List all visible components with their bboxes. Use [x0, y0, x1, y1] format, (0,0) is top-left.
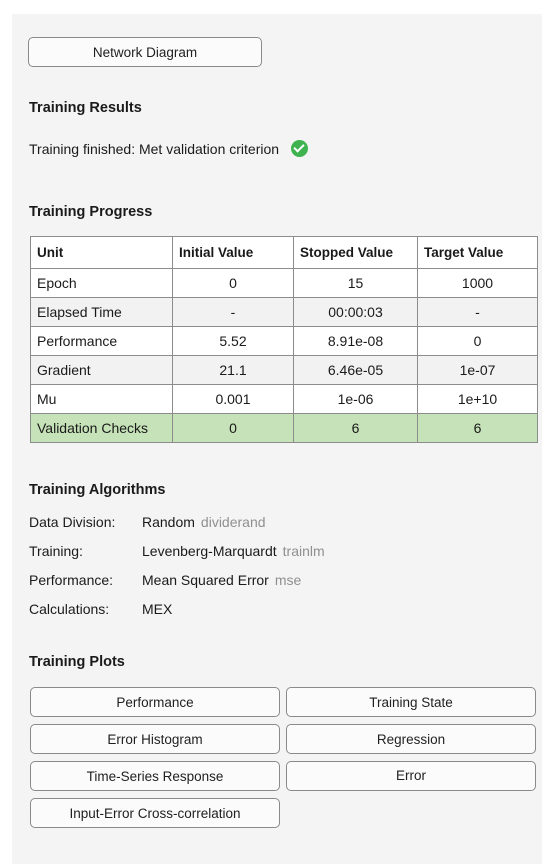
target-value-cell: 1e-07	[417, 355, 538, 385]
unit-cell: Gradient	[30, 355, 173, 385]
stopped-value-cell: 1e-06	[293, 384, 418, 414]
training-progress-title: Training Progress	[29, 204, 153, 220]
target-value-cell: 1e+10	[417, 384, 538, 414]
target-value-cell: 1000	[417, 268, 538, 298]
training-progress-table: Unit Initial Value Stopped Value Target …	[30, 236, 538, 443]
algorithm-function: trainlm	[282, 543, 325, 559]
algorithm-row: Calculations: MEX	[29, 601, 172, 617]
unit-cell: Epoch	[30, 268, 173, 298]
unit-cell: Validation Checks	[30, 413, 173, 443]
algorithm-function: dividerand	[200, 514, 266, 530]
stopped-value-cell: 8.91e-08	[293, 326, 418, 356]
training-status: Training finished: Met validation criter…	[29, 140, 309, 157]
stopped-value-cell: 6	[293, 413, 418, 443]
table-row: Epoch 0 15 1000	[30, 268, 538, 298]
table-row: Mu 0.001 1e-06 1e+10	[30, 384, 538, 414]
training-algorithms-title: Training Algorithms	[29, 482, 166, 498]
input-error-cross-correlation-plot-button[interactable]: Input-Error Cross-correlation	[30, 798, 280, 828]
target-value-cell: 0	[417, 326, 538, 356]
algorithm-row: Data Division: Random dividerand	[29, 514, 266, 530]
regression-plot-button[interactable]: Regression	[286, 724, 536, 754]
algorithm-label: Training:	[29, 543, 83, 559]
network-diagram-button[interactable]: Network Diagram	[28, 37, 262, 67]
training-state-plot-button[interactable]: Training State	[286, 687, 536, 717]
initial-value-cell: 5.52	[172, 326, 294, 356]
table-row: Gradient 21.1 6.46e-05 1e-07	[30, 355, 538, 385]
error-autocorrelation-label: Error	[396, 768, 426, 783]
column-header: Stopped Value	[293, 236, 418, 269]
training-panel: Network Diagram Training Results Trainin…	[12, 14, 542, 864]
stopped-value-cell: 00:00:03	[293, 297, 418, 327]
unit-cell: Performance	[30, 326, 173, 356]
table-row: Elapsed Time - 00:00:03 -	[30, 297, 538, 327]
algorithm-value: Random	[142, 514, 195, 530]
error-autocorrelation-plot-button[interactable]: Error	[286, 761, 536, 791]
algorithm-value: MEX	[142, 601, 173, 617]
target-value-cell: -	[417, 297, 538, 327]
time-series-response-plot-button[interactable]: Time-Series Response	[30, 761, 280, 791]
algorithm-row: Performance: Mean Squared Error mse	[29, 572, 301, 588]
training-status-text: Training finished: Met validation criter…	[29, 140, 280, 157]
stopped-value-cell: 15	[293, 268, 418, 298]
column-header: Initial Value	[172, 236, 294, 269]
algorithm-row: Training: Levenberg-Marquardt trainlm	[29, 543, 325, 559]
algorithm-value: Levenberg-Marquardt	[142, 543, 277, 559]
performance-plot-button[interactable]: Performance	[30, 687, 280, 717]
algorithm-value: Mean Squared Error	[142, 572, 269, 588]
initial-value-cell: 0.001	[172, 384, 294, 414]
table-header-row: Unit Initial Value Stopped Value Target …	[30, 236, 538, 269]
training-results-title: Training Results	[29, 100, 142, 116]
initial-value-cell: -	[172, 297, 294, 327]
algorithm-label: Performance:	[29, 572, 114, 588]
unit-cell: Mu	[30, 384, 173, 414]
table-row-highlighted: Validation Checks 0 6 6	[30, 413, 538, 443]
column-header: Unit	[30, 236, 173, 269]
initial-value-cell: 0	[172, 268, 294, 298]
error-histogram-plot-button[interactable]: Error Histogram	[30, 724, 280, 754]
unit-cell: Elapsed Time	[30, 297, 173, 327]
initial-value-cell: 21.1	[172, 355, 294, 385]
training-plots-title: Training Plots	[29, 654, 125, 670]
algorithm-label: Calculations:	[29, 601, 110, 617]
target-value-cell: 6	[417, 413, 538, 443]
stopped-value-cell: 6.46e-05	[293, 355, 418, 385]
check-circle-icon	[291, 140, 309, 157]
column-header: Target Value	[417, 236, 538, 269]
table-row: Performance 5.52 8.91e-08 0	[30, 326, 538, 356]
initial-value-cell: 0	[172, 413, 294, 443]
algorithm-label: Data Division:	[29, 514, 116, 530]
algorithm-function: mse	[274, 572, 302, 588]
